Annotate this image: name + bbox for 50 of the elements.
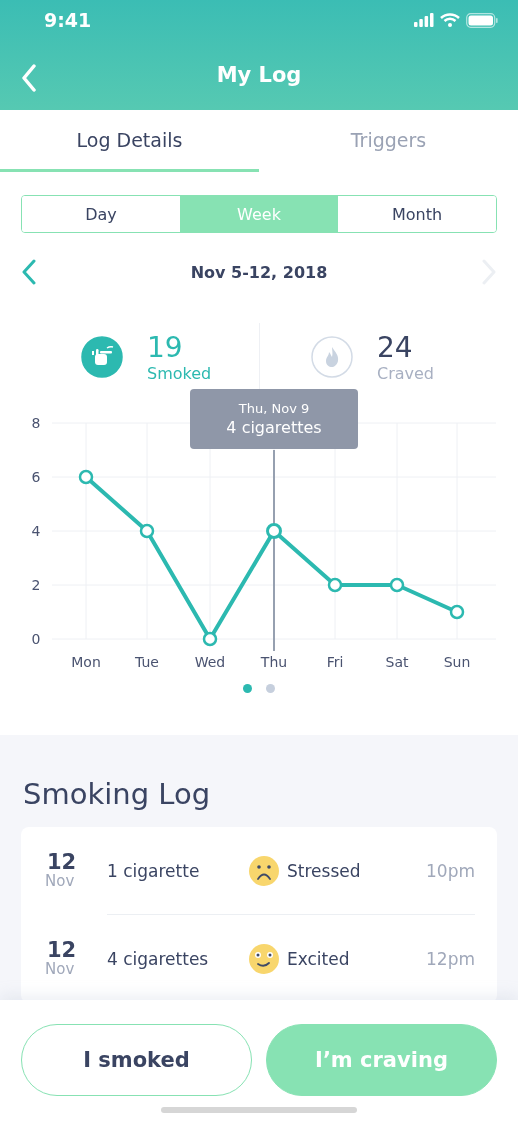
page-indicator-dot[interactable] (266, 683, 275, 693)
data-point[interactable] (202, 631, 218, 647)
data-point[interactable] (389, 577, 405, 593)
entry-time: 12pm (426, 949, 475, 969)
entry-amount: 4 cigarettes (107, 949, 210, 969)
y-axis-label: 8 (31, 415, 41, 431)
screen-title: My Log (216, 63, 302, 87)
y-axis-label: 2 (31, 577, 41, 593)
battery-icon (466, 12, 498, 28)
entry-month: Nov (45, 960, 75, 978)
x-axis-label: Mon (71, 654, 101, 670)
sad-face-icon (249, 855, 279, 886)
data-point[interactable] (139, 523, 155, 539)
x-axis-label: Sun (443, 654, 471, 670)
entry-amount: 1 cigarette (107, 860, 201, 881)
x-axis-label: Fri (326, 654, 344, 670)
smiling-face-icon (249, 944, 279, 974)
status-time: 9:41 (44, 9, 92, 31)
entry-day: 12 (47, 940, 77, 960)
stat-label: Smoked (147, 363, 212, 383)
tab[interactable]: Log Details (0, 110, 259, 172)
date-range: Nov 5-12, 2018 (190, 262, 328, 282)
data-point[interactable] (327, 577, 343, 593)
signal-icon (414, 13, 434, 27)
previous-week-button[interactable] (22, 259, 36, 285)
data-point[interactable] (266, 523, 282, 539)
entry-feeling: Stressed (287, 860, 362, 881)
stat-value: 24 (377, 331, 414, 364)
back-button[interactable] (22, 64, 36, 92)
wifi-icon (440, 13, 460, 27)
stat-value: 19 (147, 331, 184, 364)
x-axis-label: Thu (260, 654, 288, 670)
entry-time: 10pm (426, 860, 475, 881)
page-indicator-dot[interactable] (243, 683, 252, 693)
tooltip-date: Thu, Nov 9 (238, 401, 310, 416)
y-axis-label: 6 (31, 469, 41, 485)
data-point[interactable] (449, 604, 465, 620)
entry-month: Nov (45, 872, 75, 890)
stat-label: Craved (377, 363, 435, 383)
entry-day: 12 (47, 852, 77, 872)
x-axis-label: Wed (194, 654, 226, 670)
y-axis-label: 4 (31, 523, 41, 539)
tooltip-value: 4 cigarettes (226, 418, 322, 437)
action-button[interactable]: I smoked (21, 1024, 252, 1096)
section-title: Smoking Log (23, 777, 212, 811)
entry-feeling: Excited (287, 949, 351, 969)
x-axis-label: Tue (135, 654, 159, 670)
data-point[interactable] (78, 469, 94, 485)
y-axis-label: 0 (31, 631, 41, 647)
x-axis-label: Sat (385, 654, 409, 670)
